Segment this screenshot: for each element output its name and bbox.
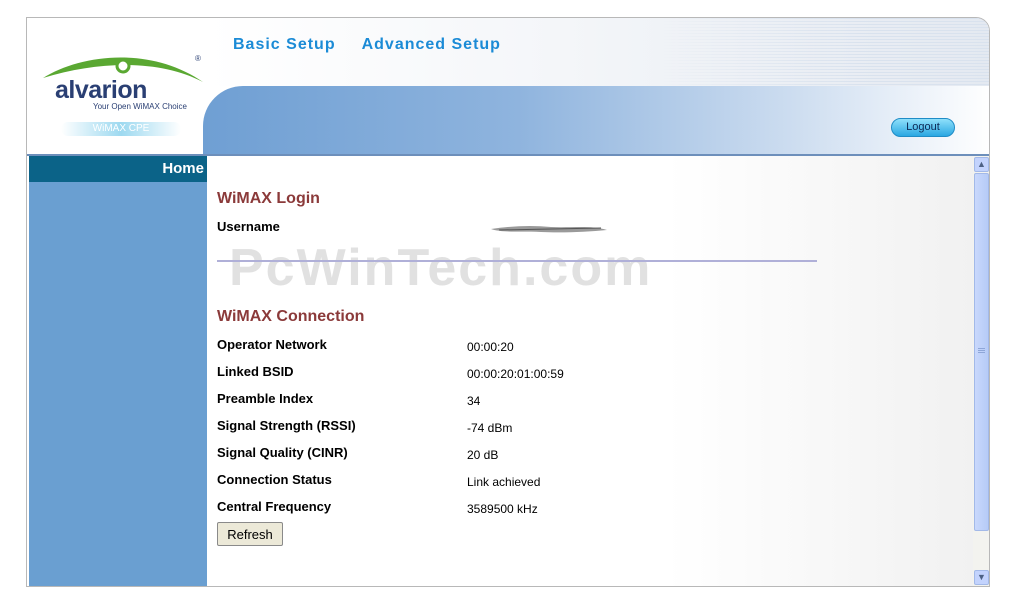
scrollbar-grip [978,348,985,354]
connection-status-label: Connection Status [217,472,332,487]
sidebar-item-home[interactable]: Home [29,156,207,182]
operator-network-label: Operator Network [217,337,327,352]
username-label: Username [217,219,280,234]
connection-status-value: Link achieved [467,475,541,489]
nav-basic-setup[interactable]: Basic Setup [233,36,336,54]
main-content: PcWinTech.com WiMAX Login Username WiMAX… [207,156,973,586]
preamble-index-value: 34 [467,394,481,408]
signal-quality-value: 20 dB [467,448,499,462]
wimax-login-title: WiMAX Login [217,190,320,207]
header: ® alvarion Your Open WiMAX Choice WiMAX … [27,18,989,156]
scrollbar-thumb[interactable] [974,173,989,531]
central-frequency-value: 3589500 kHz [467,502,538,516]
scroll-down-arrow-icon[interactable]: ▼ [974,570,989,585]
registered-mark: ® [195,54,201,63]
nav-advanced-setup[interactable]: Advanced Setup [362,36,501,54]
logo-tagline: Your Open WiMAX Choice [93,102,187,111]
signal-strength-label: Signal Strength (RSSI) [217,418,356,433]
scroll-up-arrow-icon[interactable]: ▲ [974,157,989,172]
header-blue-band [203,86,989,156]
top-nav: Basic Setup Advanced Setup [233,36,501,54]
refresh-button[interactable]: Refresh [217,522,283,546]
logout-button[interactable]: Logout [891,118,955,137]
alvarion-logo: ® alvarion Your Open WiMAX Choice WiMAX … [27,18,207,156]
sidebar: Home [29,156,207,586]
signal-strength-value: -74 dBm [467,421,513,435]
linked-bsid-label: Linked BSID [217,364,294,379]
signal-quality-label: Signal Quality (CINR) [217,445,348,460]
linked-bsid-value: 00:00:20:01:00:59 [467,367,564,381]
logo-wordmark: alvarion [55,76,147,104]
wimax-cpe-badge: WiMAX CPE [61,122,181,136]
preamble-index-label: Preamble Index [217,391,314,406]
login-divider [217,260,817,262]
browser-frame: ® alvarion Your Open WiMAX Choice WiMAX … [26,17,990,587]
central-frequency-label: Central Frequency [217,499,332,514]
wimax-connection-title: WiMAX Connection [217,308,365,325]
username-redacted-scribble [491,225,607,233]
vertical-scrollbar[interactable]: ▲ ▼ [973,156,989,586]
operator-network-value: 00:00:20 [467,340,514,354]
header-stripes [661,18,989,86]
watermark: PcWinTech.com [229,239,653,297]
header-top-band: Basic Setup Advanced Setup [207,18,989,86]
